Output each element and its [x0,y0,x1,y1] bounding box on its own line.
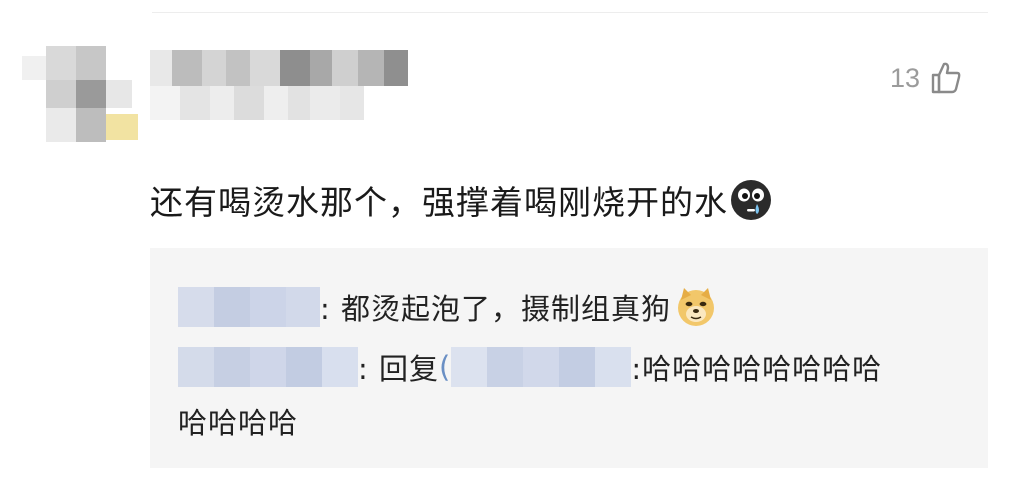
like-count: 13 [890,62,921,93]
avatar[interactable] [22,46,138,142]
reply-item-2[interactable]: : 回复 ( :哈哈哈哈哈哈哈哈 [178,346,882,388]
doge-icon [678,288,714,326]
top-divider [152,12,988,13]
reply-item-1[interactable]: : 都烫起泡了，摄制组真狗 [178,286,717,328]
thumbs-up-icon[interactable] [928,60,964,96]
reply-text-line2: 哈哈哈哈 [178,406,299,440]
reply-prefix: : 回复 [358,352,439,386]
reply-username-blurred[interactable] [178,347,358,387]
reply-username-blurred[interactable] [178,287,320,327]
reply-box[interactable]: : 都烫起泡了，摄制组真狗 : 回复 ( :哈哈哈哈哈哈哈哈 哈哈哈哈 [150,248,988,468]
crying-face-icon [731,180,771,220]
comment-body: 还有喝烫水那个，强撑着喝刚烧开的水 [150,176,772,224]
username-blurred[interactable] [150,50,420,140]
like-area[interactable]: 13 [890,58,964,98]
comment-text: 还有喝烫水那个，强撑着喝刚烧开的水 [150,183,728,222]
mention-username-blurred[interactable] [451,347,632,387]
mention-marker[interactable]: ( [439,350,451,384]
reply-text-line1: :哈哈哈哈哈哈哈哈 [631,352,883,386]
reply-item-2-continued: 哈哈哈哈 [178,400,298,442]
reply-text: : 都烫起泡了，摄制组真狗 [320,292,671,326]
